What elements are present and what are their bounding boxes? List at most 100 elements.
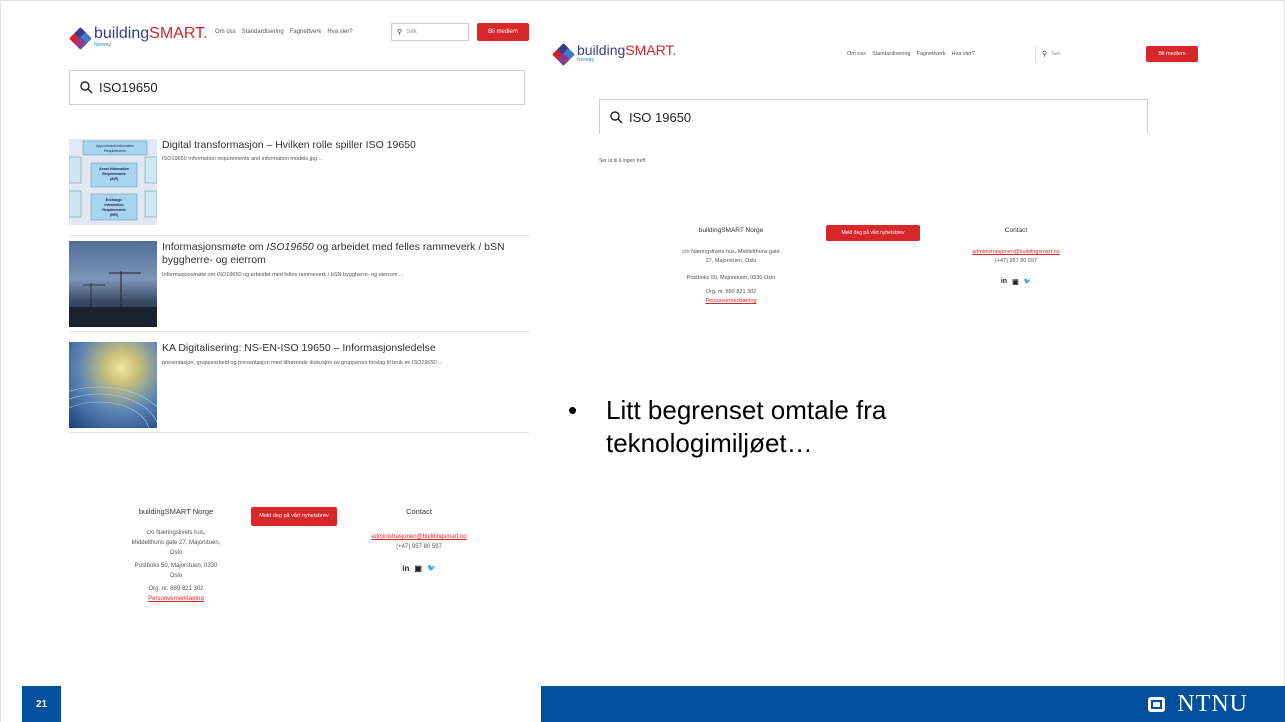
contact-phone: (+47) 957 80 597 — [396, 544, 442, 550]
buildingsmart-logo[interactable]: buildingSMART. Norway — [552, 42, 677, 66]
member-button[interactable]: Bli medlem — [1146, 46, 1198, 62]
newsletter-button[interactable]: Meld deg på vårt nyhetsbrev — [251, 507, 337, 526]
privacy-link[interactable]: Personvernerklæring — [661, 297, 801, 306]
result-title-part: Informasjonsmøte om — [162, 241, 267, 253]
search-icon — [80, 81, 93, 94]
footer-white-area — [1, 686, 541, 722]
nav-item-hva-sier[interactable]: Hva sier? — [952, 51, 975, 57]
search-icon: ⚲ — [1042, 51, 1048, 58]
footer-org: buildingSMART Norge c/o Næringslivets hu… — [111, 507, 241, 604]
footer-org-name: buildingSMART Norge — [138, 507, 214, 516]
newsletter-button[interactable]: Meld deg på vårt nyhetsbrev — [826, 225, 920, 241]
ntnu-logo: NTNU — [1148, 691, 1248, 718]
contact-email-link[interactable]: administrasjonen@buildingsmart.no — [349, 532, 489, 542]
search-placeholder: Søk — [406, 29, 417, 35]
no-results-message: Ser ut til å ingen treff. — [599, 158, 647, 164]
contact-heading: Contact — [406, 507, 432, 516]
slide-number: 21 — [22, 686, 61, 722]
footer-contact: Contact administrasjonen@buildingsmart.n… — [946, 227, 1086, 286]
nav-item-standardisering[interactable]: Standardisering — [242, 29, 284, 35]
top-nav: Om oss Standardisering Fagnettverk Hva s… — [847, 51, 975, 57]
search-result-1[interactable]: Appointment Information Requirements Ass… — [69, 139, 529, 236]
contact-heading: Contact — [1004, 227, 1028, 234]
logo-mark-icon — [69, 27, 92, 50]
social-links: in ▣ 🐦 — [946, 278, 1086, 286]
footer-address-line: Middelthuns gate 27, Majorstuen, — [131, 540, 221, 546]
twitter-icon[interactable]: 🐦 — [427, 564, 436, 573]
diagram-thumbnail-icon: Appointment Information Requirements Ass… — [69, 139, 157, 225]
logo-text-building: building — [577, 42, 626, 58]
slide-footer: 21 NTNU — [1, 686, 1285, 722]
privacy-link[interactable]: Personvernerklæring — [111, 594, 241, 604]
ntnu-mark-icon — [1148, 697, 1166, 712]
bullet-marker-icon: • — [568, 395, 578, 425]
nav-item-fagnettverk[interactable]: Fagnettverk — [916, 51, 945, 57]
result-thumbnail — [69, 241, 157, 327]
result-title-highlight: ISO19650 — [266, 241, 314, 253]
nav-item-standardisering[interactable]: Standardisering — [872, 51, 911, 57]
nav-item-om-oss[interactable]: Om oss — [847, 51, 866, 57]
result-desc-part: og arbeidet med felles rammeverk / bSN b… — [241, 272, 404, 278]
logo-mark-icon — [552, 43, 575, 66]
header-search-input[interactable]: ⚲ Søk — [1035, 46, 1135, 62]
search-result-3[interactable]: KA Digitalisering: NS-EN-ISO 19650 – Inf… — [69, 342, 529, 433]
search-placeholder: Søk — [1051, 51, 1061, 57]
search-result-2[interactable]: Informasjonsmøte om ISO19650 og arbeidet… — [69, 241, 529, 332]
main-search-input[interactable]: ISO19650 — [69, 70, 525, 105]
thumb-text: (EIR) — [110, 213, 118, 217]
footer-orgnr: Org. nr. 889 821 302 — [148, 586, 204, 592]
result-thumbnail: Appointment Information Requirements Ass… — [69, 139, 157, 225]
nav-item-om-oss[interactable]: Om oss — [215, 29, 236, 35]
search-icon: ⚲ — [397, 29, 403, 36]
thumb-text: Requirements — [102, 208, 125, 212]
thumb-text: Asset Information — [99, 167, 129, 171]
result-description: ISO19650 Information requirements and in… — [162, 156, 324, 162]
result-title[interactable]: KA Digitalisering: NS-EN-ISO 19650 – Inf… — [162, 342, 436, 355]
footer-address-line: 27, Majorstuen, Oslo — [705, 258, 757, 264]
footer-contact: Contact administrasjonen@buildingsmart.n… — [349, 507, 489, 573]
footer-orgnr: Org. nr. 889 821 302 — [705, 289, 757, 295]
nav-item-hva-sier[interactable]: Hva sier? — [327, 29, 352, 35]
footer-address-line: c/o Næringslivets hus, Middelthuns gate — [682, 249, 780, 255]
youtube-icon[interactable]: ▣ — [1012, 278, 1019, 286]
linkedin-icon[interactable]: in — [1001, 278, 1007, 286]
thumb-text: Appointment Information — [96, 144, 134, 148]
result-desc-part: Informasjonsmøte om — [162, 272, 217, 278]
result-description: presentasjon, gruppearbeid og presentasj… — [162, 360, 443, 366]
footer-address-line: c/o Næringslivets hus, — [146, 530, 206, 536]
presentation-slide: buildingSMART. Norway Om oss Standardise… — [0, 0, 1285, 722]
bullet-line: teknologimiljøet… — [606, 428, 813, 458]
search-query: ISO 19650 — [629, 109, 692, 125]
ntnu-wordmark: NTNU — [1177, 691, 1248, 717]
bullet-line: Litt begrenset omtale fra — [606, 395, 887, 425]
result-desc-part: ... — [436, 360, 443, 366]
nav-item-fagnettverk[interactable]: Fagnettverk — [290, 29, 322, 35]
search-icon — [610, 110, 623, 124]
member-button[interactable]: Bli medlem — [477, 23, 529, 41]
main-search-input[interactable]: ISO 19650 — [599, 99, 1148, 134]
construction-site-image-icon — [69, 271, 157, 327]
globe-image-icon — [69, 386, 157, 428]
result-desc-part: presentasjon, gruppearbeid og presentasj… — [162, 360, 412, 366]
logo-sub: Norway — [577, 57, 594, 63]
social-links: in ▣ 🐦 — [349, 564, 489, 573]
result-title[interactable]: Digital transformasjon – Hvilken rolle s… — [162, 139, 416, 152]
logo-text-building: building — [94, 25, 150, 42]
twitter-icon[interactable]: 🐦 — [1024, 278, 1031, 286]
footer-org: buildingSMART Norge c/o Næringslivets hu… — [661, 227, 801, 306]
footer-postbox: Postboks 50, Majorstuen, 0330 Oslo — [686, 275, 776, 281]
search-query: ISO19650 — [99, 80, 158, 95]
logo-sub: Norway — [94, 42, 111, 48]
result-title[interactable]: Informasjonsmøte om ISO19650 og arbeidet… — [162, 241, 522, 267]
youtube-icon[interactable]: ▣ — [414, 564, 422, 573]
bullet-text: Litt begrenset omtale fra teknologimiljø… — [606, 394, 886, 460]
logo-text-smart: SMART. — [149, 25, 208, 42]
thumb-text: Information — [104, 203, 123, 207]
header-search-input[interactable]: ⚲ Søk — [391, 23, 469, 41]
result-description: Informasjonsmøte om ISO19650 og arbeidet… — [162, 272, 404, 278]
linkedin-icon[interactable]: in — [402, 564, 409, 573]
contact-email-link[interactable]: administrasjonen@buildingsmart.no — [946, 248, 1086, 257]
top-nav: Om oss Standardisering Fagnettverk Hva s… — [215, 29, 353, 35]
logo-text-smart: SMART. — [625, 42, 677, 58]
buildingsmart-logo[interactable]: buildingSMART. Norway — [69, 25, 208, 50]
